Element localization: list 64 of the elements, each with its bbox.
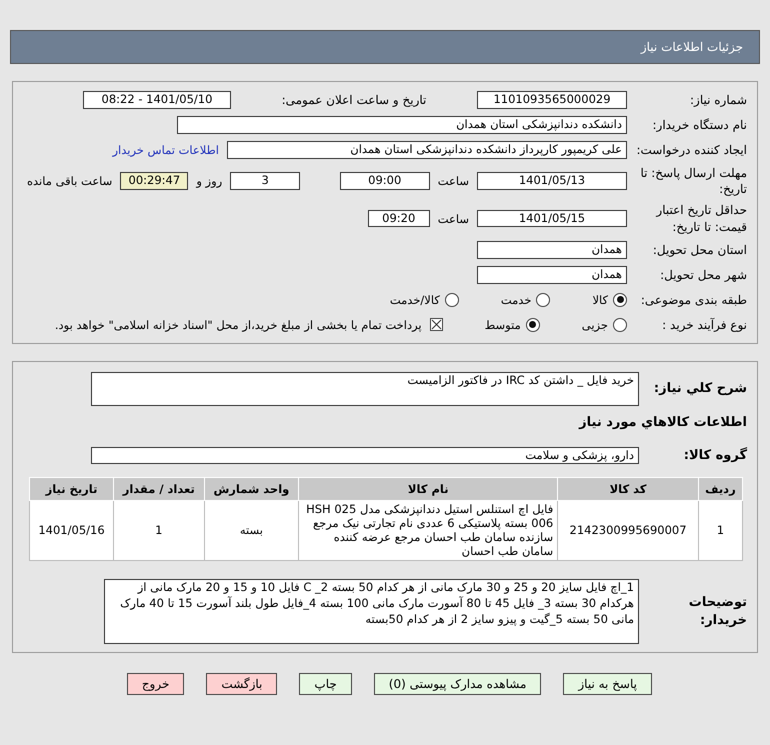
- field-label: تاریخ و ساعت اعلان عمومی:: [280, 92, 428, 108]
- table-cell: 2142300995690007: [558, 500, 698, 561]
- column-header: واحد شمارش: [204, 478, 299, 501]
- goods-group-field: دارو، پزشکی و سلامت: [91, 446, 639, 464]
- announce-date-field: 1401/05/10 - 08:22: [83, 91, 231, 109]
- field-label: شماره نیاز:: [689, 92, 747, 108]
- section-title: اطلاعات کالاهاي مورد نياز: [578, 414, 747, 432]
- validity-date-field: 1401/05/15: [477, 210, 627, 228]
- radio-button[interactable]: [526, 318, 540, 332]
- deadline-date-field: 1401/05/13: [477, 172, 627, 190]
- radio-button[interactable]: [613, 292, 627, 307]
- field-label: مهلت ارسال پاسخ: تا تاریخ:: [639, 165, 747, 198]
- column-header: ردیف: [698, 478, 742, 501]
- radio-label: متوسط: [484, 318, 521, 332]
- column-header: تعداد / مقدار: [114, 478, 204, 501]
- field-label: نام دستگاه خریدار:: [652, 116, 747, 134]
- city-field: همدان: [477, 266, 627, 284]
- field-label: حداقل تاریخ اعتبار قیمت: تا تاریخ:: [654, 202, 747, 235]
- buyer-contact-link[interactable]: اطلاعات تماس خریدار: [112, 143, 219, 157]
- radio-button[interactable]: [613, 318, 627, 332]
- creator-field: علی کریمپور کارپرداز دانشکده دندانپزشکی استان همدان: [227, 141, 627, 159]
- radio-button[interactable]: [536, 292, 550, 307]
- payment-note: پرداخت تمام یا بخشی از مبلغ خرید،از محل "اسناد خزانه اسلامی" خواهد بود.: [54, 318, 422, 332]
- checkbox[interactable]: [430, 318, 443, 332]
- days-field: 3: [230, 172, 300, 190]
- need-number-field: 1101093565000029: [477, 91, 627, 109]
- table-cell: 1401/05/16: [30, 500, 114, 561]
- field-label: توضیحات خریدار:: [688, 594, 747, 630]
- field-label: ساعت: [438, 174, 469, 188]
- remaining-time-field: 00:29:47: [120, 172, 188, 190]
- field-label: روز و: [196, 174, 222, 188]
- field-label: طبقه بندی موضوعی:: [640, 292, 747, 308]
- radio-label: جزیی: [582, 318, 608, 332]
- field-label: استان محل تحویل:: [652, 242, 747, 258]
- table-cell: فایل اچ استنلس استیل دندانپزشکی مدل HSH 025 006 بسته پلاستیکی 6 عددی نام تجارتی نیک مرجع سازنده سامان طب احسان مرجع عرضه کننده سامان طب احسان: [298, 500, 558, 561]
- table-cell: 1: [698, 500, 742, 561]
- action-button[interactable]: چاپ: [299, 673, 352, 696]
- column-header: کد کالا: [558, 478, 698, 501]
- deadline-time-field: 09:00: [340, 172, 430, 190]
- action-button[interactable]: بازگشت: [206, 673, 278, 696]
- action-button[interactable]: پاسخ به نیاز: [563, 673, 652, 696]
- buyer-field: دانشکده دندانپزشکی استان همدان: [177, 116, 627, 134]
- field-label: شرح کلي نياز:: [652, 380, 747, 398]
- province-field: همدان: [477, 240, 627, 258]
- radio-button[interactable]: [444, 292, 459, 307]
- page-header: جزئیات اطلاعات نیاز: [10, 30, 760, 64]
- field-label: ساعت باقی مانده: [27, 174, 112, 188]
- field-label: ساعت: [438, 212, 469, 226]
- field-label: شهر محل تحویل:: [659, 266, 747, 283]
- action-button[interactable]: خروج: [126, 673, 184, 696]
- validity-time-field: 09:20: [368, 210, 430, 228]
- field-label: ایجاد کننده درخواست:: [635, 142, 747, 158]
- radio-label: کالا/خدمت: [390, 292, 440, 307]
- column-header: تاریخ نیاز: [30, 478, 114, 501]
- radio-label: کالا: [592, 292, 608, 307]
- table-cell: بسته: [204, 500, 299, 561]
- field-label: نوع فرآیند خرید :: [661, 316, 747, 333]
- table-cell: 1: [114, 500, 204, 561]
- column-header: نام کالا: [298, 478, 558, 501]
- description-field: خرید فایل _ داشتن کد IRC در فاکتور الزامیست: [91, 372, 639, 406]
- action-button[interactable]: مشاهده مدارک پیوستی (0): [374, 673, 542, 696]
- buyer-notes-field: 1_اچ فایل سایز 20 و 25 و 30 مارک مانی از هر کدام 50 بسته 2_ C فایل 10 و 15 و 20 مارک مانی از هرکدام 30 بسته 3_ فایل 45 تا 80 آسورت مارک مانی 100 بسته 4_فایل طول بلند آسورت 15 تا 40 مارک مانی 50 بسته 5_گیت و پیزو سایز 2 از هر کدام 50بسته: [104, 579, 639, 644]
- radio-label: خدمت: [500, 292, 532, 307]
- field-label: گروه کالا:: [682, 446, 747, 464]
